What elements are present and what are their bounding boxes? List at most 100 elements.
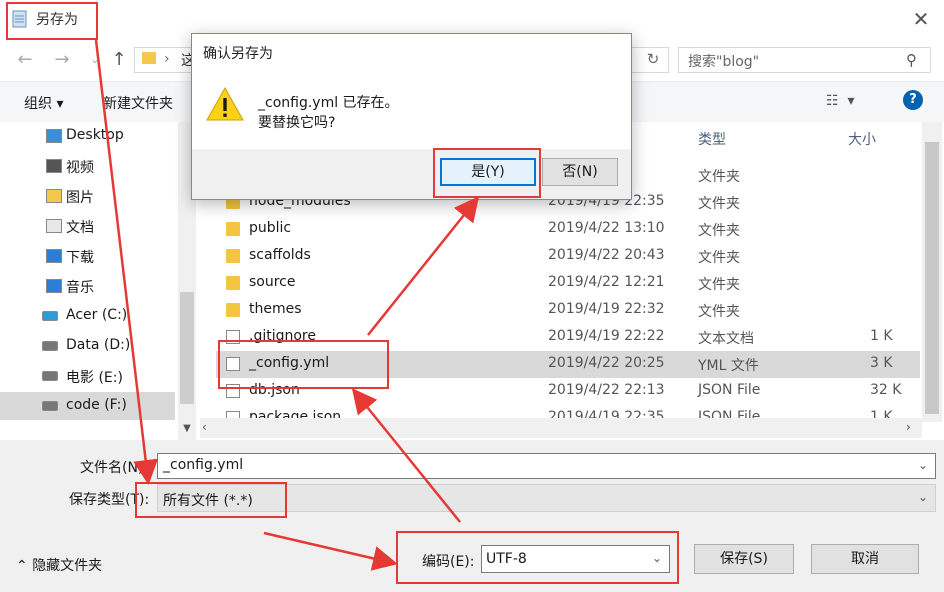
file-date: 2019/4/19 22:32 bbox=[548, 301, 665, 317]
documents-folder-icon bbox=[46, 219, 62, 233]
dialog-message: _config.yml 已存在。 bbox=[258, 95, 399, 111]
save-button[interactable]: 保存(S) bbox=[694, 544, 794, 574]
file-type: JSON File bbox=[698, 382, 761, 398]
sidebar-scroll-thumb[interactable] bbox=[180, 292, 194, 404]
folder-icon bbox=[226, 303, 240, 317]
sidebar-item[interactable]: 视频 bbox=[0, 152, 175, 180]
sidebar-item[interactable]: 文档 bbox=[0, 212, 175, 240]
file-size: 3 K bbox=[870, 355, 893, 371]
chevron-down-icon[interactable]: ⌄ bbox=[918, 458, 928, 472]
sidebar-item-label: 视频 bbox=[66, 160, 94, 176]
file-type: 文件夹 bbox=[698, 196, 740, 212]
filename-field[interactable] bbox=[157, 453, 936, 479]
annotation-box-encoding bbox=[396, 531, 679, 584]
breadcrumb-chevron-icon[interactable]: › bbox=[164, 51, 170, 67]
cancel-button[interactable]: 取消 bbox=[811, 544, 919, 574]
drive-icon bbox=[42, 401, 58, 411]
search-icon[interactable]: ⚲ bbox=[906, 51, 917, 69]
chevron-up-icon: ⌃ bbox=[16, 558, 28, 574]
sidebar-item[interactable]: 电影 (E:) bbox=[0, 362, 175, 390]
search-placeholder: 搜索"blog" bbox=[688, 54, 760, 70]
dialog-title: 确认另存为 bbox=[203, 46, 273, 62]
sidebar-item[interactable]: 图片 bbox=[0, 182, 175, 210]
file-type: 文件夹 bbox=[698, 223, 740, 239]
sidebar-item[interactable]: Data (D:) bbox=[0, 332, 175, 360]
back-arrow-icon[interactable]: ← bbox=[14, 49, 36, 71]
refresh-icon[interactable]: ↻ bbox=[643, 50, 663, 70]
sidebar-item[interactable]: code (F:) bbox=[0, 392, 175, 420]
sidebar-item-label: 电影 (E:) bbox=[66, 370, 123, 386]
close-icon[interactable]: ✕ bbox=[908, 6, 934, 32]
music-folder-icon bbox=[46, 279, 62, 293]
sidebar-item-label: 图片 bbox=[66, 190, 94, 206]
sidebar-item-label: 文档 bbox=[66, 220, 94, 236]
sidebar-item[interactable]: Acer (C:) bbox=[0, 302, 175, 330]
sidebar-item-label: 音乐 bbox=[66, 280, 94, 296]
file-size: 1 K bbox=[870, 328, 893, 344]
annotation-box-title bbox=[6, 2, 98, 40]
annotation-box-config-file bbox=[218, 340, 389, 389]
file-list-horizontal-scrollbar[interactable] bbox=[200, 418, 922, 438]
up-arrow-icon[interactable]: ↑ bbox=[108, 49, 130, 71]
file-name: public bbox=[249, 220, 292, 236]
sidebar-item-label: Acer (C:) bbox=[66, 307, 128, 323]
file-type: 文件夹 bbox=[698, 277, 740, 293]
file-date: 2019/4/22 22:13 bbox=[548, 382, 665, 398]
file-date: 2019/4/22 13:10 bbox=[548, 220, 665, 236]
drive-icon bbox=[42, 371, 58, 381]
file-row[interactable]: themes 2019/4/19 22:32 文件夹 bbox=[216, 297, 920, 324]
filename-value: _config.yml bbox=[163, 457, 244, 473]
annotation-box-filetype bbox=[135, 482, 287, 518]
view-options-icon[interactable]: ☷ ▾ bbox=[826, 93, 854, 109]
file-row[interactable]: source 2019/4/22 12:21 文件夹 bbox=[216, 270, 920, 297]
file-name: themes bbox=[249, 301, 302, 317]
file-type: 文件夹 bbox=[698, 169, 740, 185]
file-row[interactable]: scaffolds 2019/4/22 20:43 文件夹 bbox=[216, 243, 920, 270]
filename-label: 文件名(N): bbox=[80, 460, 149, 476]
file-name: scaffolds bbox=[249, 247, 311, 263]
file-type: 文本文档 bbox=[698, 331, 754, 347]
file-row[interactable]: public 2019/4/22 13:10 文件夹 bbox=[216, 216, 920, 243]
video-folder-icon bbox=[46, 159, 62, 173]
folder-icon bbox=[226, 222, 240, 236]
file-date: 2019/4/22 20:25 bbox=[548, 355, 665, 371]
column-header-type[interactable]: 类型 bbox=[698, 129, 726, 149]
scroll-left-icon[interactable]: ‹ bbox=[202, 420, 207, 434]
hide-folders-label: 隐藏文件夹 bbox=[32, 558, 103, 574]
desktop-folder-icon bbox=[46, 129, 62, 143]
file-date: 2019/4/19 22:22 bbox=[548, 328, 665, 344]
sidebar-item[interactable]: Desktop bbox=[0, 122, 175, 150]
help-icon[interactable]: ? bbox=[903, 90, 923, 110]
sidebar-item-label: Desktop bbox=[66, 127, 124, 143]
forward-arrow-icon[interactable]: → bbox=[51, 49, 73, 71]
recent-chevron-icon[interactable]: ⌄ bbox=[84, 49, 106, 71]
warning-icon bbox=[205, 86, 245, 122]
drive-icon bbox=[42, 341, 58, 351]
sidebar-item-label: code (F:) bbox=[66, 397, 127, 413]
file-list-scroll-thumb[interactable] bbox=[925, 142, 939, 414]
sidebar-item[interactable]: 音乐 bbox=[0, 272, 175, 300]
sidebar-item[interactable]: 下载 bbox=[0, 242, 175, 270]
hide-folders-toggle[interactable]: ⌃ 隐藏文件夹 bbox=[16, 555, 102, 575]
file-type: YML 文件 bbox=[698, 358, 759, 374]
folder-icon bbox=[142, 52, 156, 64]
scroll-right-icon[interactable]: › bbox=[906, 420, 911, 434]
no-button[interactable]: 否(N) bbox=[542, 158, 618, 186]
file-type: 文件夹 bbox=[698, 304, 740, 320]
sidebar-item-label: Data (D:) bbox=[66, 337, 131, 353]
scroll-down-icon[interactable]: ▼ bbox=[178, 420, 196, 438]
dialog-question: 要替换它吗? bbox=[258, 115, 336, 131]
folder-icon bbox=[226, 276, 240, 290]
organize-menu[interactable]: 组织 ▾ bbox=[24, 93, 63, 113]
new-folder-button[interactable]: 新建文件夹 bbox=[103, 93, 173, 113]
pictures-folder-icon bbox=[46, 189, 62, 203]
file-date: 2019/4/22 20:43 bbox=[548, 247, 665, 263]
file-size: 32 K bbox=[870, 382, 902, 398]
file-date: 2019/4/22 12:21 bbox=[548, 274, 665, 290]
windows-drive-icon bbox=[42, 311, 58, 321]
sidebar-item-label: 下载 bbox=[66, 250, 94, 266]
chevron-down-icon[interactable]: ⌄ bbox=[918, 490, 928, 504]
downloads-folder-icon bbox=[46, 249, 62, 263]
column-header-size[interactable]: 大小 bbox=[848, 129, 876, 149]
folder-icon bbox=[226, 249, 240, 263]
